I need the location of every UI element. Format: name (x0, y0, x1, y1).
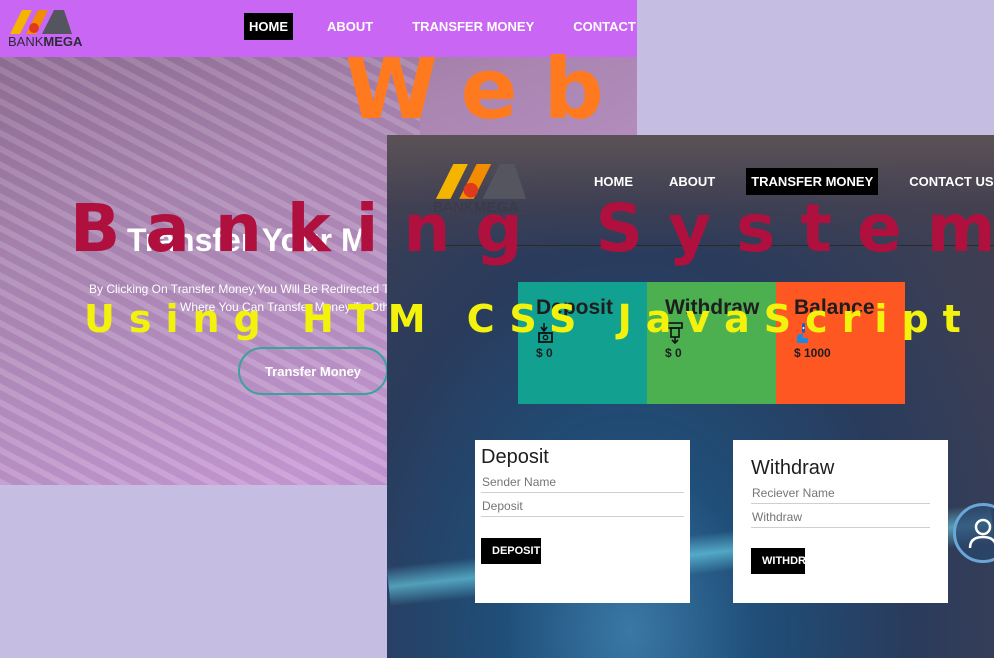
hero-description-line1: By Clicking On Transfer Money,You Will B… (89, 282, 390, 296)
withdraw-button[interactable]: WITHDRAW (751, 548, 805, 574)
deposit-amount-input[interactable] (481, 496, 684, 517)
logo[interactable]: BANKMEGA (8, 6, 82, 49)
user-avatar-icon (968, 518, 994, 549)
nav-transfer-money[interactable]: TRANSFER MONEY (407, 13, 539, 40)
overlay-title-web: Web (345, 40, 630, 138)
card-value: $ 1000 (794, 346, 831, 360)
nav-contact-us[interactable]: CONTACT US (568, 13, 637, 40)
sender-name-input[interactable] (481, 472, 684, 493)
nav-home[interactable]: HOME (244, 13, 293, 40)
withdraw-amount-input[interactable] (751, 507, 930, 528)
deposit-button[interactable]: DEPOSIT (481, 538, 541, 564)
nav-links: HOME ABOUT TRANSFER MONEY CONTACT US (244, 13, 637, 40)
card-value: $ 0 (665, 346, 682, 360)
transfer-money-button[interactable]: Transfer Money (238, 347, 388, 395)
forms-area: Deposit DEPOSIT Withdraw WITHDRAW (475, 440, 955, 605)
deposit-form-title: Deposit (481, 446, 549, 468)
deposit-form: Deposit DEPOSIT (475, 440, 690, 603)
overlay-subtitle-tech: Using HTM CSS JavaScript (84, 297, 975, 341)
nav-about[interactable]: ABOUT (322, 13, 378, 40)
overlay-title-banking-system: Banking System (70, 190, 994, 267)
brand-name: BANKMEGA (8, 34, 83, 49)
receiver-name-input[interactable] (751, 483, 930, 504)
withdraw-form: Withdraw WITHDRAW (733, 440, 948, 603)
card-value: $ 0 (536, 346, 553, 360)
bankmega-logo-icon (10, 10, 72, 34)
withdraw-form-title: Withdraw (751, 457, 835, 479)
